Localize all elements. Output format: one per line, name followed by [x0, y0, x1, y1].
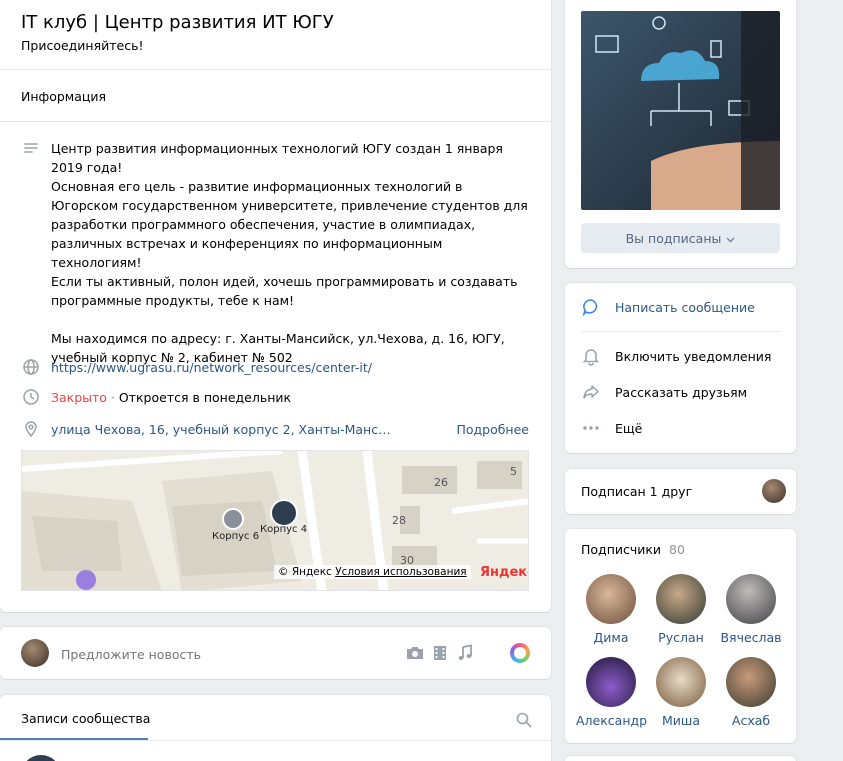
closed-status: Закрыто — [51, 390, 107, 405]
clock-icon — [22, 388, 40, 406]
subscribers-card: Подписчики 80 Дима Руслан Вячеслав Алекс… — [565, 529, 796, 743]
camera-icon[interactable] — [405, 644, 425, 666]
globe-icon — [22, 358, 40, 376]
divider — [0, 740, 551, 741]
map-label: 26 — [434, 476, 448, 489]
avatar[interactable] — [656, 574, 706, 624]
subscriber-name[interactable]: Миша — [646, 713, 716, 728]
friends-subscribed-card[interactable]: Подписан 1 друг — [565, 469, 796, 514]
avatar[interactable] — [21, 755, 61, 761]
website-link[interactable]: https://www.ugrasu.ru/network_resources/… — [51, 360, 372, 375]
info-section-title[interactable]: Информация — [21, 89, 106, 104]
avatar[interactable] — [726, 657, 776, 707]
action-label: Включить уведомления — [615, 348, 772, 364]
suggest-news-card — [0, 627, 551, 679]
avatar[interactable] — [726, 574, 776, 624]
map-brand-logo: Яндекс — [480, 565, 528, 580]
map-attribution: © Яндекс Условия использования — [274, 565, 471, 579]
building-marker[interactable] — [222, 508, 244, 530]
action-label: Ещё — [615, 420, 643, 436]
group-status: Присоединяйтесь! — [21, 38, 144, 53]
video-icon[interactable] — [432, 644, 448, 666]
search-icon[interactable] — [516, 712, 532, 732]
building-marker[interactable] — [270, 499, 298, 527]
subscribed-button[interactable]: Вы подписаны — [581, 223, 780, 253]
subscriber-name[interactable]: Руслан — [646, 630, 716, 645]
friends-subscribed-label: Подписан 1 друг — [581, 484, 693, 499]
more-action[interactable]: Ещё — [581, 418, 642, 438]
map-label: 28 — [392, 514, 406, 527]
working-hours: Закрыто · Откроется в понедельник — [51, 390, 291, 405]
subscribers-count: 80 — [669, 542, 685, 557]
divider — [0, 121, 551, 122]
subscribers-title-label: Подписчики — [581, 542, 662, 557]
music-icon[interactable] — [456, 644, 474, 666]
cover-image — [581, 11, 780, 210]
map-label: 5 — [510, 465, 517, 478]
community-posts-card: Записи сообщества — [0, 695, 551, 761]
cover-card: Вы подписаны — [565, 0, 796, 268]
group-description: Центр развития информационных технологий… — [51, 141, 528, 365]
address-link[interactable]: улица Чехова, 16, учебный корпус 2, Хант… — [51, 422, 391, 437]
map-terms-link[interactable]: Условия использования — [335, 566, 466, 578]
chevron-down-icon — [726, 231, 735, 246]
avatar[interactable] — [586, 574, 636, 624]
divider — [581, 331, 780, 332]
more-icon — [581, 418, 601, 438]
divider — [0, 69, 551, 70]
bell-icon — [581, 346, 601, 366]
map[interactable]: 26 28 30 5 Корпус 6 Корпус 4 © Яндекс Ус… — [21, 450, 529, 591]
subscribers-title[interactable]: Подписчики 80 — [581, 542, 685, 557]
opens-note: Откроется в понедельник — [118, 390, 292, 405]
message-icon — [581, 297, 601, 317]
subscriber-name[interactable]: Асхаб — [716, 713, 786, 728]
avatar[interactable] — [586, 657, 636, 707]
write-message-action[interactable]: Написать сообщение — [581, 297, 755, 317]
next-card — [565, 756, 796, 761]
location-pin-icon — [22, 420, 40, 438]
avatar[interactable] — [762, 479, 786, 503]
map-label: Корпус 4 — [260, 524, 308, 535]
more-link[interactable]: Подробнее — [456, 422, 529, 437]
enable-notifications-action[interactable]: Включить уведомления — [581, 346, 771, 366]
actions-card: Написать сообщение Включить уведомления … — [565, 283, 796, 453]
share-icon — [581, 382, 601, 402]
avatar[interactable] — [21, 639, 49, 667]
hours-separator: · — [106, 390, 119, 405]
trophy-icon[interactable] — [76, 570, 96, 590]
subscribed-button-label: Вы подписаны — [625, 230, 722, 246]
group-title: IT клуб | Центр развития ИТ ЮГУ — [21, 12, 334, 33]
subscriber-name[interactable]: Александр — [576, 713, 647, 728]
map-label: Корпус 6 — [212, 531, 260, 542]
suggest-news-input[interactable] — [61, 644, 381, 664]
subscriber-name[interactable]: Дима — [576, 630, 646, 645]
action-label: Рассказать друзьям — [615, 384, 748, 400]
group-info-card: IT клуб | Центр развития ИТ ЮГУ Присоеди… — [0, 0, 551, 612]
share-action[interactable]: Рассказать друзьям — [581, 382, 747, 402]
tab-community-posts[interactable]: Записи сообщества — [21, 711, 150, 726]
subscriber-name[interactable]: Вячеслав — [716, 630, 786, 645]
map-copyright: © Яндекс — [278, 566, 332, 578]
description-icon — [22, 140, 40, 158]
avatar[interactable] — [656, 657, 706, 707]
poster-icon[interactable] — [510, 643, 530, 663]
action-label: Написать сообщение — [615, 299, 755, 315]
